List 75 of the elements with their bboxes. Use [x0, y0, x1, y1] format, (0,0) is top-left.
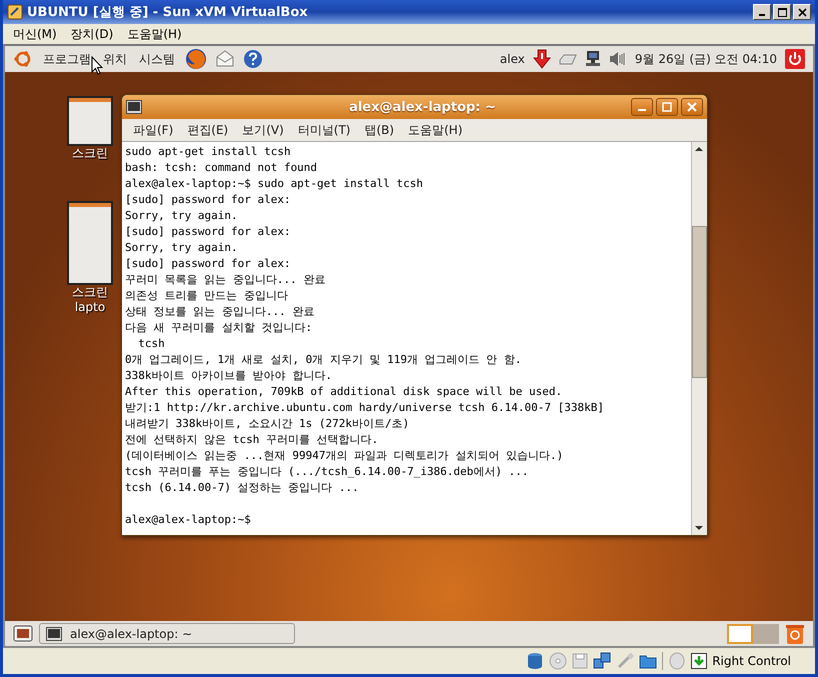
user-name[interactable]: alex: [500, 52, 525, 66]
menu-item[interactable]: 탭(B): [364, 122, 394, 138]
minimize-icon: [638, 109, 646, 111]
terminal-line: After this operation, 709kB of additional disk space will be used.: [125, 384, 564, 400]
terminal-line: Sorry, try again.: [125, 208, 239, 224]
panel-menu[interactable]: 프로그램: [41, 50, 93, 68]
terminal-line: 0개 업그레이드, 1개 새로 설치, 0개 지우기 및 119개 업그레이드 안 함.: [125, 352, 522, 368]
menu-item[interactable]: 터미널(T): [298, 122, 350, 138]
terminal-line: (데이터베이스 읽는중 ...현재 99947개의 파일과 디렉토리가 설치되어 있습니다.): [125, 448, 564, 464]
taskbar-button[interactable]: alex@alex-laptop: ~: [39, 623, 295, 644]
menu-item[interactable]: 파일(F): [133, 122, 174, 138]
terminal-line: 338k바이트 아카이브를 받아야 합니다.: [125, 368, 333, 384]
window-title: UBUNTU [실행 중] - Sun xVM VirtualBox: [27, 4, 308, 21]
terminal-line: 받기:1 http://kr.archive.ubuntu.com hardy/universe tcsh 6.14.00-7 [338kB]: [125, 400, 605, 416]
terminal-line: 내려받기 338k바이트, 소요시간 1s (272k바이트/초): [125, 416, 410, 432]
scrollbar-thumb[interactable]: [692, 226, 707, 378]
update-alert-icon[interactable]: [532, 49, 551, 69]
icon-label[interactable]: lapto: [74, 300, 106, 315]
help-icon[interactable]: [243, 49, 263, 69]
terminal-icon: [46, 626, 62, 640]
maximize-button[interactable]: [656, 98, 678, 116]
terminal-icon: [126, 100, 142, 114]
terminal-line: 의존성 트리를 만드는 중입니다: [125, 288, 289, 304]
close-icon: [798, 8, 806, 16]
folder-icon[interactable]: [639, 653, 658, 669]
terminal-line: [sudo] password for alex:: [125, 256, 292, 272]
terminal-line: tcsh 꾸러미를 푸는 중입니다 (.../tcsh_6.14.00-7_i386.deb에서) ...: [125, 464, 530, 480]
terminal-line: tcsh: [137, 336, 166, 352]
terminal-title: alex@alex-laptop: ~: [348, 100, 497, 114]
trash-icon[interactable]: [785, 622, 805, 644]
ubuntu-logo-icon[interactable]: [13, 49, 33, 69]
network-icon[interactable]: [593, 652, 612, 670]
menu-item[interactable]: 장치(D): [70, 26, 114, 42]
minimize-button[interactable]: [631, 98, 653, 116]
maximize-icon: [662, 102, 672, 112]
hard-disk-icon[interactable]: [526, 652, 544, 670]
menu-item[interactable]: 머신(M): [13, 26, 57, 42]
show-desktop-icon[interactable]: [13, 624, 33, 644]
mail-icon[interactable]: [215, 49, 235, 69]
terminal-line: [sudo] password for alex:: [125, 224, 292, 240]
screenshot-thumbnail[interactable]: [67, 201, 113, 285]
mouse-cursor-icon: [91, 56, 103, 75]
network-icon[interactable]: [584, 50, 601, 68]
panel-menu[interactable]: 위치: [101, 50, 129, 68]
panel-menu[interactable]: 시스템: [137, 50, 177, 68]
screenshot-thumbnail[interactable]: [67, 96, 113, 146]
terminal-line: Sorry, try again.: [125, 240, 239, 256]
icon-label[interactable]: 스크린: [72, 285, 108, 300]
close-icon: [687, 102, 697, 112]
scrollbar[interactable]: [691, 142, 707, 535]
volume-icon[interactable]: [608, 51, 627, 67]
host-key-icon[interactable]: [691, 653, 708, 669]
menu-item[interactable]: 보기(V): [242, 122, 284, 138]
menu-item[interactable]: 편집(E): [187, 122, 228, 138]
terminal-line: alex@alex-laptop:~$ sudo apt-get install tcsh: [125, 176, 424, 192]
close-button[interactable]: [681, 98, 703, 116]
terminal-line: tcsh (6.14.00-7) 설정하는 중입니다 ...: [125, 480, 360, 496]
icon-label[interactable]: 스크린: [72, 146, 108, 161]
app-icon: [7, 4, 23, 20]
menu-item[interactable]: 도움말(H): [127, 26, 182, 42]
terminal-line: 꾸러미 목록을 읽는 중입니다... 완료: [125, 272, 326, 288]
firefox-icon[interactable]: [185, 48, 207, 70]
terminal-prompt: alex@alex-laptop:~$: [125, 512, 252, 528]
terminal-line: 다음 새 꾸러미를 설치할 것입니다:: [125, 320, 314, 336]
menu-item[interactable]: 도움말(H): [408, 122, 462, 138]
terminal-line: bash: tcsh: command not found: [125, 160, 318, 176]
maximize-icon: [778, 8, 786, 16]
host-key-label: Right Control: [712, 654, 791, 668]
power-icon[interactable]: [785, 49, 805, 69]
clock[interactable]: 9월 26일 (금) 오전 04:10: [634, 50, 777, 68]
terminal-line: 상태 정보를 읽는 중입니다... 완료: [125, 304, 316, 320]
terminal-line: 전에 선택하지 않은 tcsh 꾸러미를 선택합니다.: [125, 432, 380, 448]
terminal-line: sudo apt-get install tcsh: [125, 144, 292, 160]
terminal-line: [sudo] password for alex:: [125, 192, 292, 208]
minimize-icon: [759, 14, 765, 16]
